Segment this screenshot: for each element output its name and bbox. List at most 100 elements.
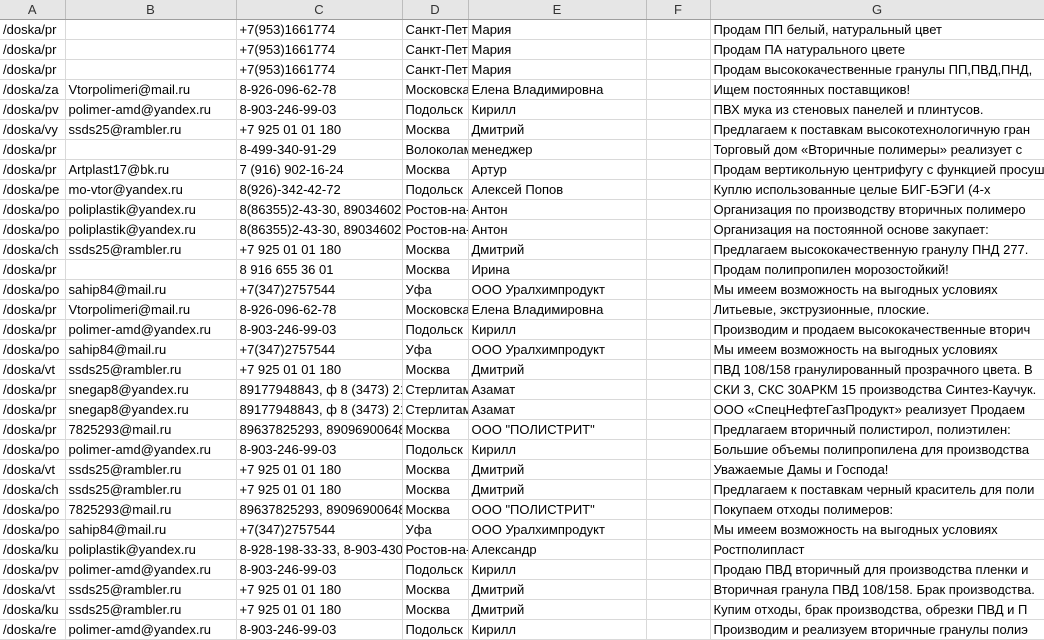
cell-b[interactable]: ssds25@rambler.ru (65, 579, 237, 600)
column-header-a[interactable]: A (0, 0, 66, 20)
cell-a[interactable]: /doska/ku (0, 599, 66, 620)
cell-c[interactable]: 8(86355)2-43-30, 89034602378 (236, 199, 403, 220)
cell-b[interactable]: ssds25@rambler.ru (65, 459, 237, 480)
cell-d[interactable]: Стерлитамак (402, 379, 469, 400)
cell-c[interactable]: 8-903-246-99-03 (236, 319, 403, 340)
cell-g[interactable]: Предлагаем к поставкам высокотехнологичн… (710, 119, 1044, 140)
cell-a[interactable]: /doska/za (0, 79, 66, 100)
cell-a[interactable]: /doska/pr (0, 159, 66, 180)
cell-e[interactable]: менеджер (468, 139, 647, 160)
cell-e[interactable]: ООО "ПОЛИСТРИТ" (468, 419, 647, 440)
cell-g[interactable]: Купим отходы, брак производства, обрезки… (710, 599, 1044, 620)
cell-e[interactable]: Дмитрий (468, 479, 647, 500)
cell-d[interactable]: Санкт-Петербург (402, 59, 469, 80)
cell-e[interactable]: Дмитрий (468, 459, 647, 480)
cell-a[interactable]: /doska/po (0, 199, 66, 220)
cell-g[interactable]: Ищем постоянных поставщиков! (710, 79, 1044, 100)
cell-e[interactable]: Мария (468, 39, 647, 60)
cell-g[interactable]: Мы имеем возможность на выгодных условия… (710, 339, 1044, 360)
cell-b[interactable] (65, 39, 237, 60)
cell-e[interactable]: Азамат (468, 399, 647, 420)
cell-f[interactable] (646, 299, 711, 320)
cell-b[interactable]: snegap8@yandex.ru (65, 399, 237, 420)
cell-c[interactable]: +7 925 01 01 180 (236, 459, 403, 480)
cell-b[interactable]: polimer-amd@yandex.ru (65, 619, 237, 640)
cell-d[interactable]: Москва (402, 579, 469, 600)
cell-d[interactable]: Московская (402, 79, 469, 100)
cell-b[interactable]: polimer-amd@yandex.ru (65, 559, 237, 580)
cell-b[interactable]: polimer-amd@yandex.ru (65, 99, 237, 120)
cell-c[interactable]: 89637825293, 89096900648 (236, 419, 403, 440)
cell-c[interactable]: 8-926-096-62-78 (236, 299, 403, 320)
cell-f[interactable] (646, 119, 711, 140)
cell-g[interactable]: ООО «СпецНефтеГазПродукт» реализует Прод… (710, 399, 1044, 420)
cell-g[interactable]: Литьевые, экструзионные, плоские. (710, 299, 1044, 320)
cell-c[interactable]: 8-903-246-99-03 (236, 559, 403, 580)
cell-d[interactable]: Москва (402, 159, 469, 180)
cell-b[interactable]: ssds25@rambler.ru (65, 239, 237, 260)
cell-a[interactable]: /doska/pr (0, 419, 66, 440)
cell-a[interactable]: /doska/pv (0, 559, 66, 580)
cell-g[interactable]: Предлагаем к поставкам черный краситель … (710, 479, 1044, 500)
cell-e[interactable]: Артур (468, 159, 647, 180)
cell-f[interactable] (646, 619, 711, 640)
cell-d[interactable]: Москва (402, 239, 469, 260)
cell-a[interactable]: /doska/po (0, 339, 66, 360)
cell-g[interactable]: Куплю использованные целые БИГ-БЭГИ (4-х (710, 179, 1044, 200)
cell-a[interactable]: /doska/pr (0, 379, 66, 400)
cell-e[interactable]: Александр (468, 539, 647, 560)
cell-a[interactable]: /doska/ch (0, 239, 66, 260)
cell-c[interactable]: 8-903-246-99-03 (236, 619, 403, 640)
cell-a[interactable]: /doska/po (0, 499, 66, 520)
cell-e[interactable]: Мария (468, 59, 647, 80)
cell-f[interactable] (646, 179, 711, 200)
cell-a[interactable]: /doska/vy (0, 119, 66, 140)
cell-g[interactable]: Продам высококачественные гранулы ПП,ПВД… (710, 59, 1044, 80)
cell-b[interactable]: ssds25@rambler.ru (65, 479, 237, 500)
cell-a[interactable]: /doska/re (0, 619, 66, 640)
cell-d[interactable]: Стерлитамак (402, 399, 469, 420)
column-header-f[interactable]: F (646, 0, 711, 20)
cell-a[interactable]: /doska/pr (0, 139, 66, 160)
cell-f[interactable] (646, 159, 711, 180)
cell-g[interactable]: Торговый дом «Вторичные полимеры» реализ… (710, 139, 1044, 160)
cell-b[interactable]: poliplastik@yandex.ru (65, 219, 237, 240)
cell-f[interactable] (646, 459, 711, 480)
cell-f[interactable] (646, 279, 711, 300)
cell-d[interactable]: Уфа (402, 339, 469, 360)
cell-c[interactable]: +7 925 01 01 180 (236, 119, 403, 140)
cell-d[interactable]: Москва (402, 359, 469, 380)
cell-b[interactable]: polimer-amd@yandex.ru (65, 439, 237, 460)
cell-a[interactable]: /doska/po (0, 519, 66, 540)
column-header-b[interactable]: B (65, 0, 237, 20)
cell-f[interactable] (646, 359, 711, 380)
cell-e[interactable]: Дмитрий (468, 119, 647, 140)
cell-e[interactable]: Азамат (468, 379, 647, 400)
cell-b[interactable] (65, 139, 237, 160)
cell-c[interactable]: +7 925 01 01 180 (236, 579, 403, 600)
cell-d[interactable]: Подольск (402, 179, 469, 200)
cell-c[interactable]: 8-499-340-91-29 (236, 139, 403, 160)
cell-e[interactable]: Антон (468, 199, 647, 220)
cell-a[interactable]: /doska/pe (0, 179, 66, 200)
cell-c[interactable]: +7 925 01 01 180 (236, 359, 403, 380)
cell-c[interactable]: +7(347)2757544 (236, 279, 403, 300)
cell-d[interactable]: Подольск (402, 619, 469, 640)
cell-e[interactable]: Кирилл (468, 619, 647, 640)
cell-d[interactable]: Москва (402, 119, 469, 140)
cell-f[interactable] (646, 579, 711, 600)
cell-c[interactable]: 89177948843, ф 8 (3473) 214 (236, 399, 403, 420)
cell-d[interactable]: Подольск (402, 319, 469, 340)
cell-b[interactable]: sahip84@mail.ru (65, 519, 237, 540)
cell-c[interactable]: 8 916 655 36 01 (236, 259, 403, 280)
cell-d[interactable]: Ростов-на-Дону (402, 199, 469, 220)
cell-c[interactable]: +7 925 01 01 180 (236, 479, 403, 500)
cell-e[interactable]: Елена Владимировна (468, 79, 647, 100)
cell-d[interactable]: Подольск (402, 439, 469, 460)
cell-g[interactable]: Организация на постоянной основе закупае… (710, 219, 1044, 240)
cell-f[interactable] (646, 239, 711, 260)
cell-c[interactable]: 8-903-246-99-03 (236, 439, 403, 460)
cell-b[interactable]: ssds25@rambler.ru (65, 599, 237, 620)
cell-g[interactable]: Уважаемые Дамы и Господа! (710, 459, 1044, 480)
cell-g[interactable]: Большие объемы полипропилена для произво… (710, 439, 1044, 460)
